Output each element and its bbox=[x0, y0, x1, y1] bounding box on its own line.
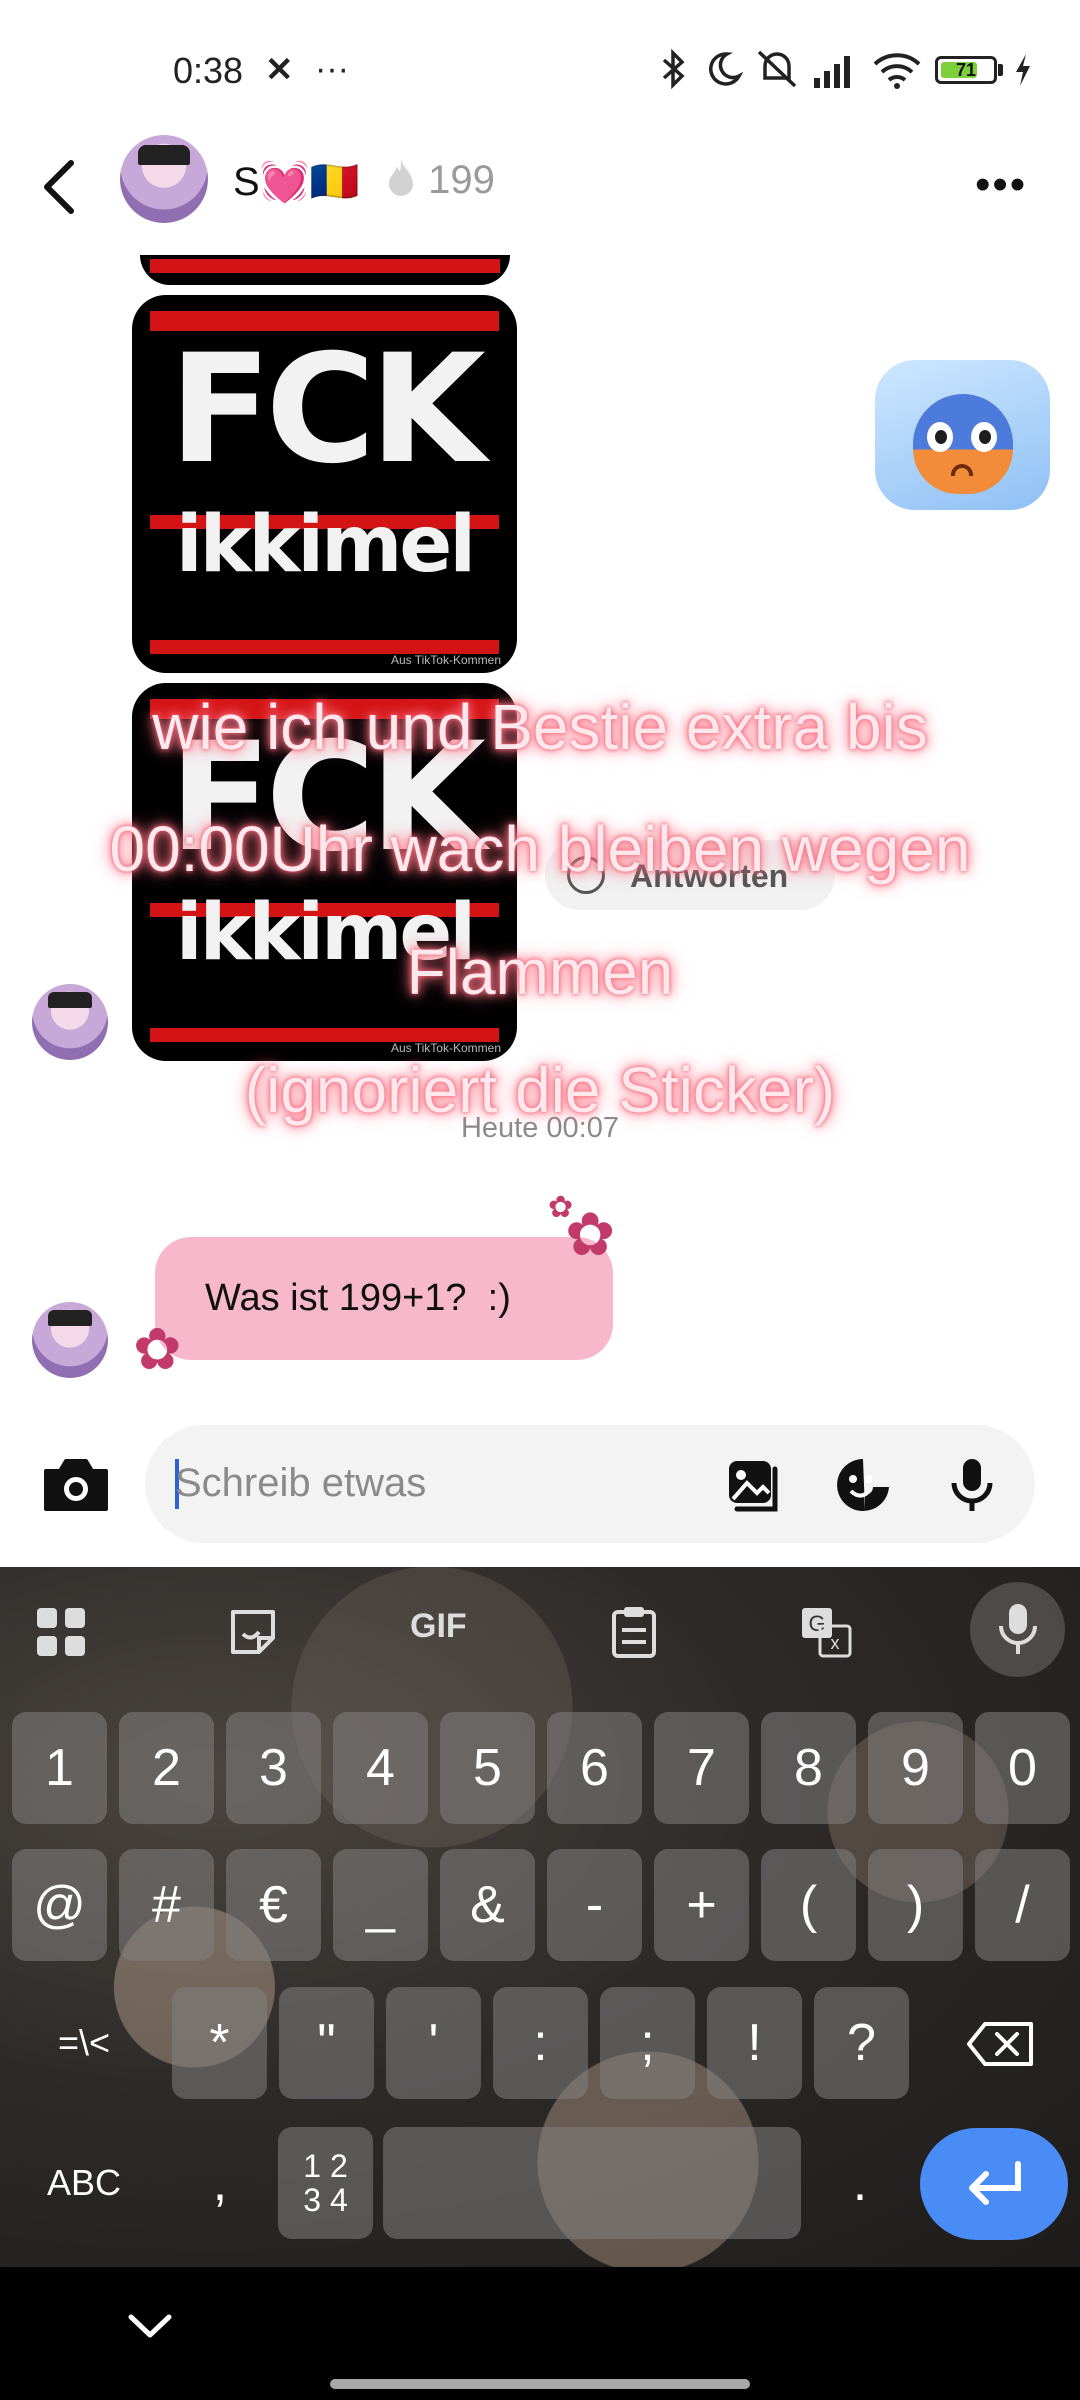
message-bubble[interactable]: Was ist 199+1? :) bbox=[155, 1237, 613, 1360]
svg-text:x: x bbox=[831, 1633, 840, 1653]
key[interactable]: - bbox=[547, 1849, 642, 1961]
key[interactable]: ! bbox=[707, 1987, 802, 2099]
key[interactable]: # bbox=[119, 1849, 214, 1961]
abc-key[interactable]: ABC bbox=[14, 2127, 154, 2239]
dots-icon: ··· bbox=[315, 50, 349, 88]
status-time: 0:38 bbox=[173, 50, 244, 91]
streak-counter: 199 bbox=[385, 158, 495, 203]
key[interactable]: 2 bbox=[119, 1712, 214, 1824]
camera-icon[interactable] bbox=[40, 1455, 112, 1515]
overlay-caption-line: (ignoriert die Sticker) bbox=[244, 1054, 836, 1126]
chat-name[interactable]: S💓🇷🇴 bbox=[233, 158, 359, 205]
clipboard-icon[interactable] bbox=[608, 1597, 660, 1667]
key[interactable]: 9 bbox=[868, 1712, 963, 1824]
key[interactable]: / bbox=[975, 1849, 1070, 1961]
key[interactable]: ' bbox=[386, 1987, 481, 2099]
home-indicator[interactable] bbox=[330, 2379, 750, 2389]
key[interactable]: ( bbox=[761, 1849, 856, 1961]
x-app-icon: ✕ bbox=[265, 51, 294, 89]
sticker-watermark: Aus TikTok-Kommen bbox=[390, 653, 501, 667]
sticker-icon[interactable] bbox=[225, 1597, 281, 1667]
microphone-icon[interactable] bbox=[942, 1455, 1002, 1515]
key[interactable]: 3 bbox=[226, 1712, 321, 1824]
key[interactable]: 7 bbox=[654, 1712, 749, 1824]
message-compose[interactable] bbox=[145, 1425, 1035, 1543]
key[interactable]: 4 bbox=[333, 1712, 428, 1824]
svg-text:G: G bbox=[808, 1611, 825, 1636]
voice-input-button[interactable] bbox=[970, 1582, 1065, 1677]
key[interactable]: " bbox=[279, 1987, 374, 2099]
key[interactable]: @ bbox=[12, 1849, 107, 1961]
key[interactable]: € bbox=[226, 1849, 321, 1961]
numpad-key[interactable]: 1 2 3 4 bbox=[278, 2127, 373, 2239]
flame-icon bbox=[389, 160, 413, 196]
sender-avatar[interactable] bbox=[32, 1302, 108, 1378]
battery-level: 71 bbox=[955, 60, 977, 80]
key[interactable]: & bbox=[440, 1849, 535, 1961]
moon-icon bbox=[709, 52, 743, 86]
sticker-icon[interactable] bbox=[833, 1455, 893, 1515]
streak-count: 199 bbox=[428, 158, 495, 202]
battery-icon: 71 bbox=[935, 56, 997, 84]
period-key[interactable]: . bbox=[810, 2127, 910, 2239]
message-input[interactable] bbox=[175, 1453, 695, 1513]
key[interactable]: ? bbox=[814, 1987, 909, 2099]
gif-button[interactable]: GIF bbox=[410, 1607, 467, 1677]
status-bar: 0:38 ✕ ··· 71 bbox=[0, 0, 1080, 130]
sticker-text-2: ikkimel bbox=[175, 500, 476, 590]
wifi-icon bbox=[873, 53, 921, 89]
backspace-icon bbox=[967, 2022, 1033, 2066]
key[interactable]: ; bbox=[600, 1987, 695, 2099]
keyboard: GIF G x 1234567890 @ # € _ & - +() / =\< * " ':;!?… bbox=[0, 1567, 1080, 2267]
navigation-bar bbox=[0, 2267, 1080, 2400]
key[interactable]: 1 bbox=[12, 1712, 107, 1824]
overlay-caption-line: 00:00Uhr wach bleiben wegen bbox=[109, 813, 971, 885]
key[interactable]: + bbox=[654, 1849, 749, 1961]
sticker-partial bbox=[140, 255, 510, 285]
backspace-key[interactable] bbox=[925, 1987, 1065, 2099]
translate-icon[interactable]: G x bbox=[798, 1597, 854, 1667]
bluetooth-icon bbox=[662, 48, 685, 90]
numpad-label-top: 1 2 bbox=[303, 2148, 348, 2184]
reaction-sticker[interactable] bbox=[875, 360, 1050, 510]
key[interactable]: ) bbox=[868, 1849, 963, 1961]
overlay-caption-line: Flammen bbox=[406, 936, 674, 1008]
key[interactable]: : bbox=[493, 1987, 588, 2099]
gallery-icon[interactable] bbox=[723, 1455, 783, 1515]
enter-icon bbox=[969, 2161, 1021, 2205]
key[interactable]: 5 bbox=[440, 1712, 535, 1824]
key[interactable]: 6 bbox=[547, 1712, 642, 1824]
hide-keyboard-icon[interactable] bbox=[125, 2307, 175, 2347]
sticker-text-1: FCK bbox=[169, 323, 486, 497]
key[interactable]: 8 bbox=[761, 1712, 856, 1824]
comma-key[interactable]: , bbox=[170, 2127, 270, 2239]
more-options-icon[interactable]: ••• bbox=[975, 160, 1027, 210]
signal-icon bbox=[814, 56, 850, 88]
mute-icon bbox=[757, 50, 797, 88]
charging-icon bbox=[1016, 54, 1030, 86]
overlay-caption-line: wie ich und Bestie extra bis bbox=[152, 691, 928, 763]
sticker-message[interactable]: FCK ikkimel Aus TikTok-Kommen bbox=[132, 295, 517, 673]
flower-decoration-icon: ✿ bbox=[548, 1191, 574, 1224]
space-key[interactable] bbox=[383, 2127, 801, 2239]
enter-key[interactable] bbox=[920, 2128, 1068, 2240]
battery-tip bbox=[998, 64, 1003, 76]
key[interactable]: * bbox=[172, 1987, 267, 2099]
key[interactable]: _ bbox=[333, 1849, 428, 1961]
message-text: Was ist 199+1? :) bbox=[205, 1277, 511, 1319]
microphone-icon bbox=[999, 1604, 1037, 1654]
back-arrow-icon[interactable] bbox=[35, 155, 85, 220]
apps-icon[interactable] bbox=[33, 1597, 89, 1667]
key[interactable]: =\< bbox=[14, 1987, 154, 2099]
numpad-label-bottom: 3 4 bbox=[303, 2182, 348, 2218]
flower-decoration-icon: ✿ bbox=[133, 1317, 182, 1382]
contact-avatar[interactable] bbox=[120, 135, 208, 223]
key[interactable]: 0 bbox=[975, 1712, 1070, 1824]
